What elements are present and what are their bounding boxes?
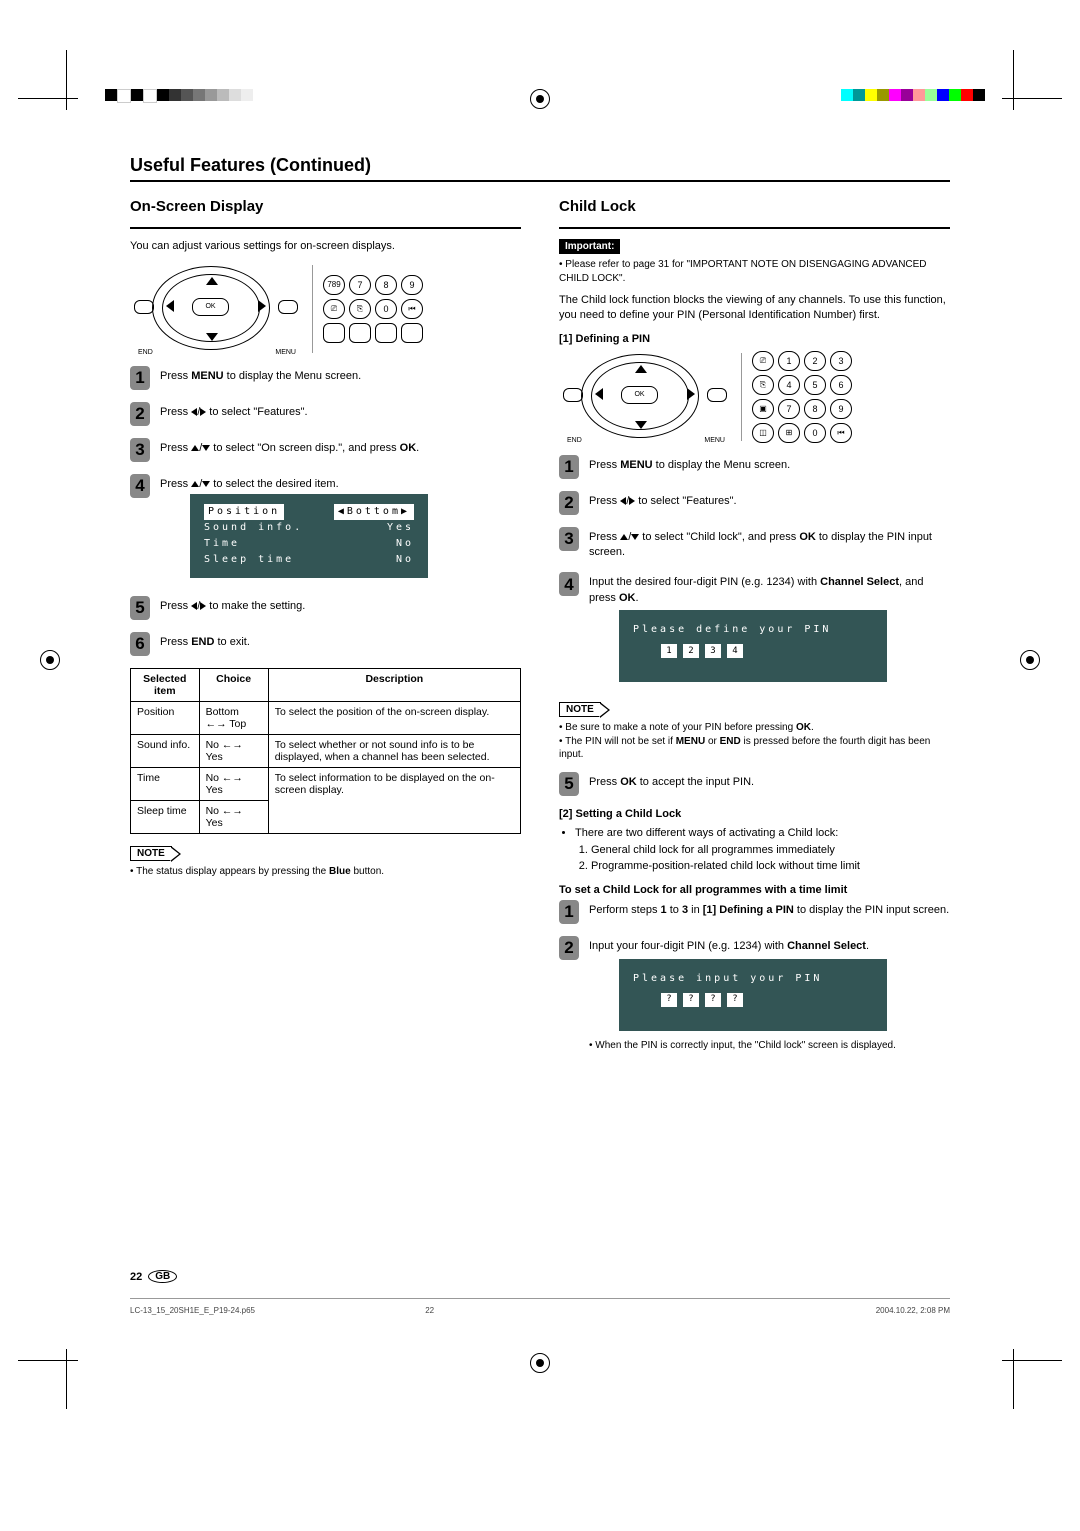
remote-illustration-left: OK END MENU 789789 ⎚⎘0⏮ (130, 264, 521, 354)
numpad-cluster: ⎚123 ⎘456 ▣789 ◫⊞0⏮ (752, 351, 852, 443)
childlock-ways-list: There are two different ways of activati… (575, 826, 950, 875)
step-text: Press OK to accept the input PIN. (589, 772, 950, 796)
step-number: 2 (559, 936, 579, 960)
step-text: Press / to select "Features". (160, 402, 521, 426)
step-text: Press / to select the desired item. Posi… (160, 474, 521, 584)
right-arrow-icon (687, 388, 695, 400)
down-arrow-icon (206, 333, 218, 341)
step-text: Input the desired four-digit PIN (e.g. 1… (589, 572, 950, 690)
childlock-intro: The Child lock function blocks the viewi… (559, 293, 950, 323)
step-number: 5 (130, 596, 150, 620)
section-heading-childlock: Child Lock (559, 198, 636, 215)
note-text: • Be sure to make a note of your PIN bef… (559, 721, 950, 762)
osd-preview-box: Position◀Bottom▶ Sound info.Yes TimeNo S… (190, 494, 428, 578)
important-label: Important: (559, 239, 620, 254)
note-text: • The status display appears by pressing… (130, 865, 521, 879)
step-number: 6 (130, 632, 150, 656)
up-arrow-icon (206, 277, 218, 285)
step-text: Press END to exit. (160, 632, 521, 656)
step-number: 1 (559, 900, 579, 924)
up-arrow-icon (635, 365, 647, 373)
step-number: 5 (559, 772, 579, 796)
options-table: Selected itemChoiceDescription PositionB… (130, 668, 521, 834)
subhead-all-programmes: To set a Child Lock for all programmes w… (559, 884, 950, 896)
menu-label: MENU (275, 349, 296, 356)
section-heading-osd: On-Screen Display (130, 198, 263, 215)
step-text: Press / to make the setting. (160, 596, 521, 620)
end-label: END (138, 349, 153, 356)
step-text: Press / to select "Child lock", and pres… (589, 527, 950, 561)
left-arrow-icon (595, 388, 603, 400)
subhead-setting-childlock: [2] Setting a Child Lock (559, 808, 950, 820)
registration-target-right (1020, 650, 1040, 670)
important-text: • Please refer to page 31 for "IMPORTANT… (559, 258, 950, 285)
note-flag: NOTE (559, 702, 601, 717)
step-text: Press / to select "Features". (589, 491, 950, 515)
step-number: 4 (559, 572, 579, 596)
step-text: Perform steps 1 to 3 in [1] Defining a P… (589, 900, 950, 924)
footer-meta: LC-13_15_20SH1E_E_P19-24.p65 22 2004.10.… (130, 1306, 950, 1315)
right-arrow-icon (258, 300, 266, 312)
end-label: END (567, 437, 582, 444)
step-number: 2 (559, 491, 579, 515)
note-flag: NOTE (130, 846, 172, 861)
gray-bar-strip (105, 89, 253, 101)
pin-define-box: Please define your PIN 1 2 3 4 (619, 610, 887, 682)
registration-target-left (40, 650, 60, 670)
step-number: 1 (130, 366, 150, 390)
pin-input-box: Please input your PIN ? ? ? ? (619, 959, 887, 1031)
ok-button-icon: OK (192, 298, 229, 316)
step-number: 2 (130, 402, 150, 426)
page-title: Useful Features (Continued) (130, 155, 950, 182)
color-bar-strip (841, 89, 985, 101)
menu-label: MENU (704, 437, 725, 444)
button-cluster-left: 789789 ⎚⎘0⏮ (323, 275, 423, 343)
page-number: 22 GB (130, 1270, 177, 1283)
subhead-defining-pin: [1] Defining a PIN (559, 333, 950, 345)
ok-button-icon: OK (621, 386, 658, 404)
step-number: 3 (130, 438, 150, 462)
remote-illustration-right: OK END MENU ⎚123 ⎘456 ▣789 ◫⊞0 (559, 351, 950, 443)
step-text: Press MENU to display the Menu screen. (160, 366, 521, 390)
step-text: Input your four-digit PIN (e.g. 1234) wi… (589, 936, 950, 1052)
registration-target-top (530, 89, 550, 109)
step-number: 1 (559, 455, 579, 479)
step-number: 3 (559, 527, 579, 551)
registration-target-bottom (530, 1353, 550, 1373)
osd-intro: You can adjust various settings for on-s… (130, 239, 521, 254)
step-text: Press MENU to display the Menu screen. (589, 455, 950, 479)
left-arrow-icon (166, 300, 174, 312)
down-arrow-icon (635, 421, 647, 429)
step-number: 4 (130, 474, 150, 498)
step-text: Press / to select "On screen disp.", and… (160, 438, 521, 462)
